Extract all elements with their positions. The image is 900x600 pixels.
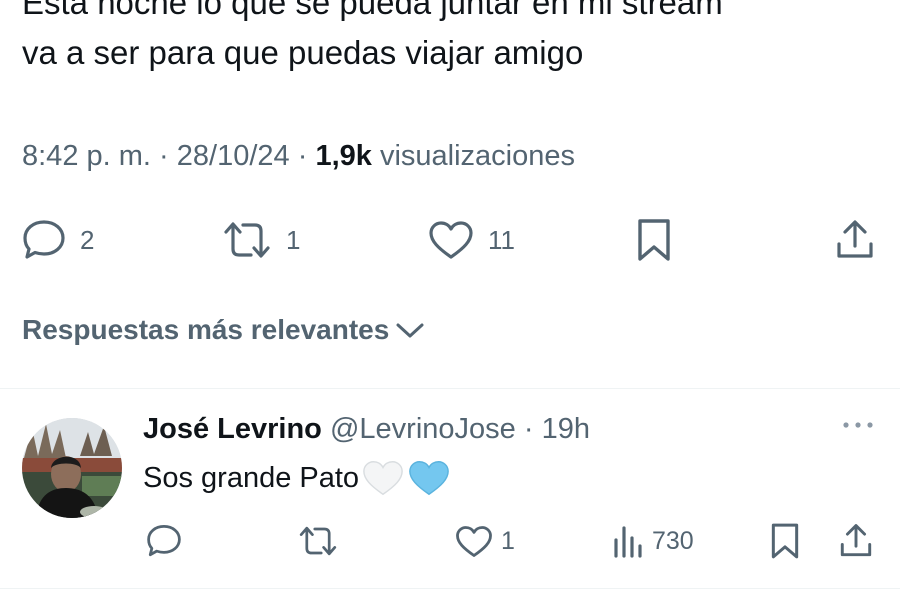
reply-views-button[interactable]: 730: [612, 524, 694, 558]
reply-reply-button[interactable]: [146, 524, 182, 558]
tweet-meta: 8:42 p. m. · 28/10/24 · 1,9k visualizaci…: [22, 140, 575, 173]
like-button[interactable]: 11: [428, 220, 515, 260]
reply-count: 2: [80, 224, 95, 255]
views-icon: [614, 526, 642, 558]
replies-sort-label: Respuestas más relevantes: [22, 314, 390, 345]
retweet-icon: [299, 526, 337, 556]
bookmark-icon: [771, 523, 799, 559]
share-icon: [837, 220, 873, 258]
views-label: visualizaciones: [379, 140, 576, 172]
reply-icon: [23, 220, 65, 259]
meta-separator: ·: [297, 140, 308, 172]
heart-icon: [429, 221, 473, 259]
reply-author-handle[interactable]: @LevrinoJose: [330, 413, 516, 445]
reply-icon: [147, 525, 181, 557]
divider: [0, 388, 900, 389]
reply-text-body: Sos grande Pato: [143, 461, 360, 494]
reply-button[interactable]: 2: [22, 219, 94, 261]
header-separator: ·: [523, 413, 534, 445]
tweet-date[interactable]: 28/10/24: [177, 140, 290, 172]
share-icon: [840, 524, 872, 557]
tweet-text-line-1: Esta noche lo que se pueda juntar en mi …: [22, 0, 723, 21]
retweet-count: 1: [286, 224, 301, 255]
reply-retweet-button[interactable]: [298, 525, 338, 557]
white-heart-icon: [363, 461, 403, 496]
chevron-down-icon: [396, 323, 424, 338]
reply-views-count: 730: [652, 526, 694, 555]
bookmark-button[interactable]: [636, 218, 672, 262]
replies-sort-button[interactable]: Respuestas más relevantes: [22, 314, 425, 346]
share-button[interactable]: [834, 219, 876, 261]
divider: [0, 588, 900, 589]
tweet-time[interactable]: 8:42 p. m.: [22, 140, 151, 172]
like-count: 11: [488, 224, 515, 255]
reply-time[interactable]: 19h: [542, 413, 590, 445]
meta-separator: ·: [159, 140, 169, 172]
light-blue-heart-icon: [409, 461, 449, 496]
retweet-button[interactable]: 1: [222, 220, 300, 260]
reply-author-name[interactable]: José Levrino: [143, 413, 322, 445]
retweet-icon: [224, 222, 270, 258]
bookmark-icon: [638, 219, 670, 261]
reply-text: Sos grande Pato: [143, 458, 451, 498]
avatar-photo: [22, 418, 122, 518]
heart-icon: [456, 526, 492, 557]
more-icon: [843, 422, 873, 428]
reply-bookmark-button[interactable]: [770, 522, 800, 560]
reply-like-button[interactable]: 1: [455, 525, 515, 558]
views-count: 1,9k: [315, 140, 372, 172]
avatar[interactable]: [22, 418, 122, 518]
more-options-button[interactable]: [840, 418, 876, 437]
reply-like-count: 1: [501, 527, 515, 555]
tweet-text-line-2: va a ser para que puedas viajar amigo: [22, 34, 584, 71]
reply-header: José Levrino @LevrinoJose · 19h: [143, 413, 590, 446]
tweet-text: Esta noche lo que se pueda juntar en mi …: [22, 0, 882, 78]
reply-share-button[interactable]: [838, 523, 874, 559]
